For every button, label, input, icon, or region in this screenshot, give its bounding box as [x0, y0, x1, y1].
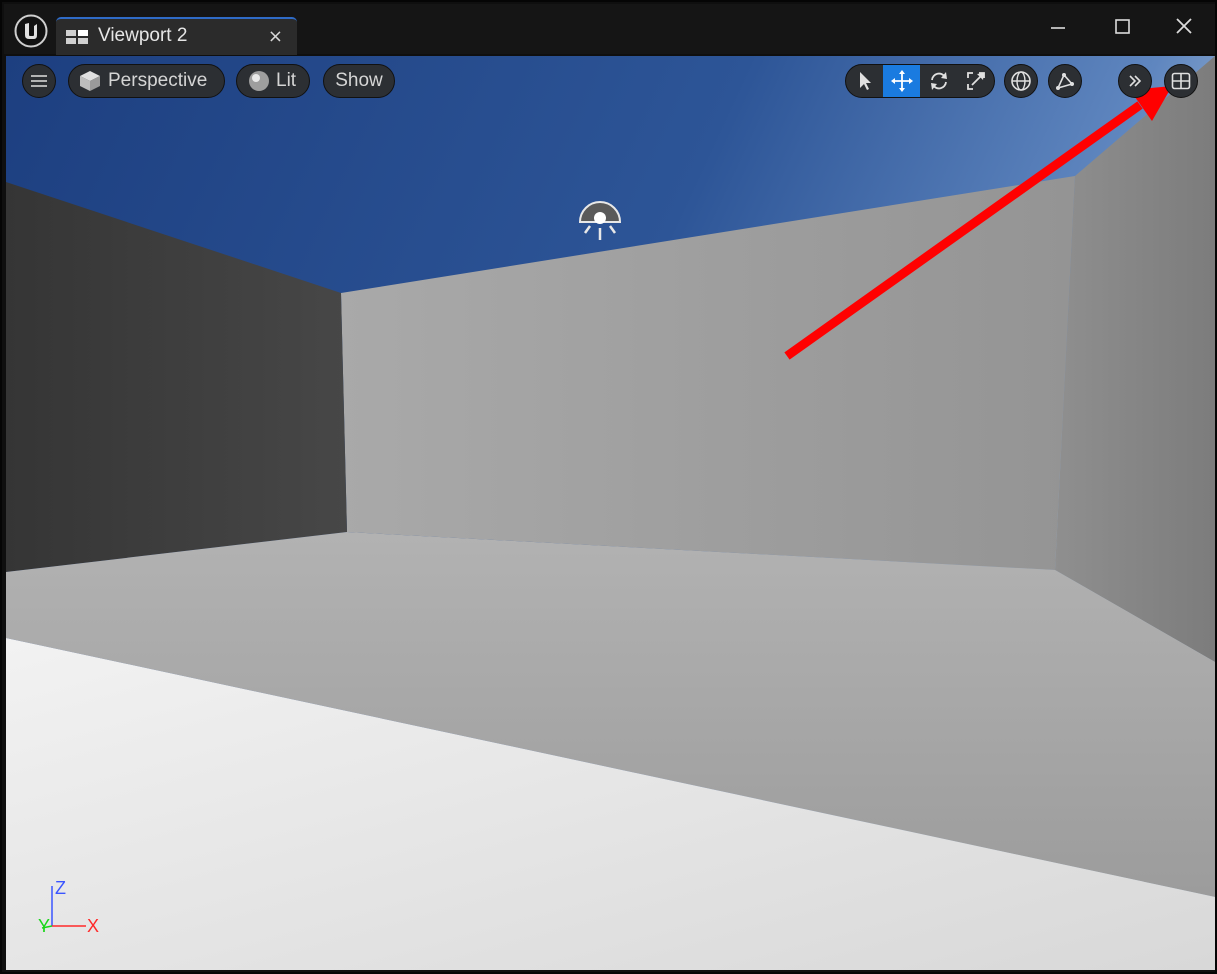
view-mode-label: Perspective: [108, 70, 208, 91]
3d-viewport[interactable]: Perspective Lit Show Z X Y: [6, 56, 1215, 970]
show-flags-button[interactable]: Show: [323, 64, 395, 98]
translate-move-icon: [890, 70, 913, 92]
directional-light-icon[interactable]: [576, 198, 624, 244]
lighting-mode-button[interactable]: Lit: [236, 64, 310, 98]
title-bar: Viewport 2 ×: [4, 4, 1215, 55]
minimize-button[interactable]: [1038, 10, 1078, 44]
scale-icon: [966, 72, 985, 90]
lighting-mode-label: Lit: [276, 70, 297, 91]
select-arrow-icon: [859, 72, 871, 90]
editor-window: Viewport 2 × Perspective Lit Show Z X Y: [0, 0, 1217, 974]
tab-close-button[interactable]: ×: [268, 26, 283, 47]
axis-gizmo: Z X Y: [34, 878, 114, 942]
scale-tool-button[interactable]: [957, 65, 994, 97]
surface-snap-button[interactable]: [1048, 64, 1082, 98]
transform-tools-group: [845, 64, 995, 98]
axis-y-label: Y: [38, 916, 51, 936]
more-options-button[interactable]: [1118, 64, 1152, 98]
axis-z-label: Z: [55, 878, 66, 898]
surface-snap-icon: [1056, 73, 1074, 90]
viewport-options-button[interactable]: [22, 64, 56, 98]
maximize-button[interactable]: [1102, 10, 1142, 44]
hamburger-menu-icon: [31, 75, 47, 87]
axis-x-label: X: [87, 916, 100, 936]
select-tool-button[interactable]: [846, 65, 883, 97]
tab-title: Viewport 2: [98, 25, 188, 46]
viewport-tab[interactable]: Viewport 2 ×: [56, 17, 297, 55]
viewport-layout-button[interactable]: [1164, 64, 1198, 98]
world-local-icon: [1011, 71, 1031, 91]
unreal-logo-icon[interactable]: [14, 14, 48, 48]
show-flags-label: Show: [335, 70, 383, 91]
lit-sphere-icon: [249, 71, 269, 91]
scene-render[interactable]: [6, 56, 1215, 970]
viewport-layout-icon: [1171, 72, 1191, 90]
translate-tool-button[interactable]: [883, 65, 920, 97]
chevrons-right-icon: [1129, 75, 1142, 87]
viewport-tab-icon: [66, 30, 88, 44]
view-mode-button[interactable]: Perspective: [68, 64, 225, 98]
world-local-toggle[interactable]: [1004, 64, 1038, 98]
perspective-cube-icon: [80, 71, 100, 91]
rotate-icon: [930, 72, 947, 90]
rotate-tool-button[interactable]: [920, 65, 957, 97]
close-window-button[interactable]: [1164, 10, 1204, 44]
